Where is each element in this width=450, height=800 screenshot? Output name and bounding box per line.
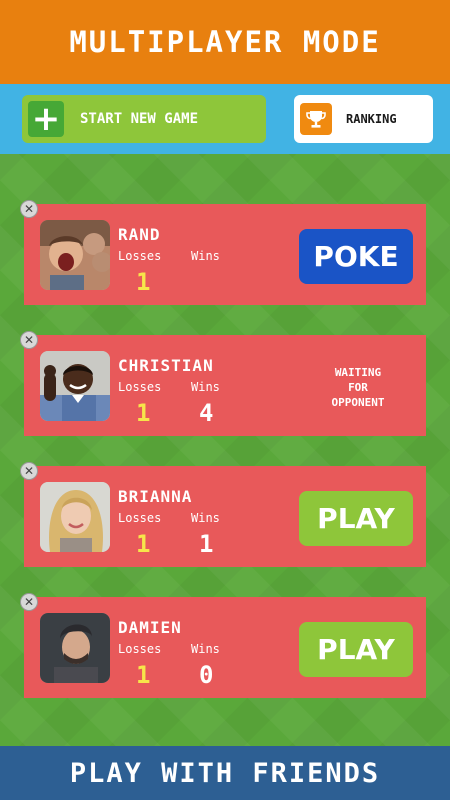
avatar — [40, 482, 110, 552]
player-card: ✕ RAND Losses Wins 1 POKE — [20, 200, 426, 305]
losses-value: 1 — [136, 530, 151, 558]
wins-label: Wins — [191, 642, 220, 656]
wins-label: Wins — [191, 249, 220, 263]
losses-value: 1 — [136, 268, 151, 296]
wins-value: 1 — [199, 530, 214, 558]
plus-icon: + — [28, 101, 64, 137]
start-new-game-button[interactable]: + START NEW GAME — [22, 95, 266, 143]
wins-label: Wins — [191, 511, 220, 525]
ranking-label: RANKING — [346, 112, 397, 126]
header-bar: MULTIPLAYER MODE — [0, 0, 450, 84]
waiting-status: WAITING FOR OPPONENT — [331, 366, 385, 409]
close-icon[interactable]: ✕ — [20, 200, 38, 218]
wins-value: 4 — [199, 399, 214, 427]
footer-bar: PLAY WITH FRIENDS — [0, 746, 450, 800]
page-title: MULTIPLAYER MODE — [69, 25, 381, 59]
wins-label: Wins — [191, 380, 220, 394]
avatar — [40, 220, 110, 290]
player-name: DAMIEN — [118, 618, 182, 637]
player-card: ✕ BRIANNA Losses Wins 1 1 PLAY — [20, 462, 426, 567]
player-card: ✕ DAMIEN Losses Wins 1 0 PLAY — [20, 593, 426, 698]
losses-label: Losses — [118, 511, 162, 525]
close-icon[interactable]: ✕ — [20, 593, 38, 611]
avatar — [40, 613, 110, 683]
losses-value: 1 — [136, 399, 151, 427]
player-card: ✕ CHRISTIAN Losses Wins 1 4 WAITING FOR … — [20, 331, 426, 436]
start-new-game-label: START NEW GAME — [80, 111, 199, 127]
player-name: RAND — [118, 225, 161, 244]
losses-label: Losses — [118, 380, 162, 394]
close-icon[interactable]: ✕ — [20, 462, 38, 480]
wins-value: 0 — [199, 661, 214, 689]
footer-title: PLAY WITH FRIENDS — [69, 757, 381, 789]
play-button[interactable]: PLAY — [299, 622, 413, 677]
action-bar: + START NEW GAME RANKING — [0, 84, 450, 154]
trophy-icon — [300, 103, 332, 135]
avatar — [40, 351, 110, 421]
close-icon[interactable]: ✕ — [20, 331, 38, 349]
losses-value: 1 — [136, 661, 151, 689]
player-name: CHRISTIAN — [118, 356, 214, 375]
losses-label: Losses — [118, 249, 162, 263]
losses-label: Losses — [118, 642, 162, 656]
play-button[interactable]: PLAY — [299, 491, 413, 546]
poke-button[interactable]: POKE — [299, 229, 413, 284]
player-name: BRIANNA — [118, 487, 193, 506]
ranking-button[interactable]: RANKING — [294, 95, 433, 143]
